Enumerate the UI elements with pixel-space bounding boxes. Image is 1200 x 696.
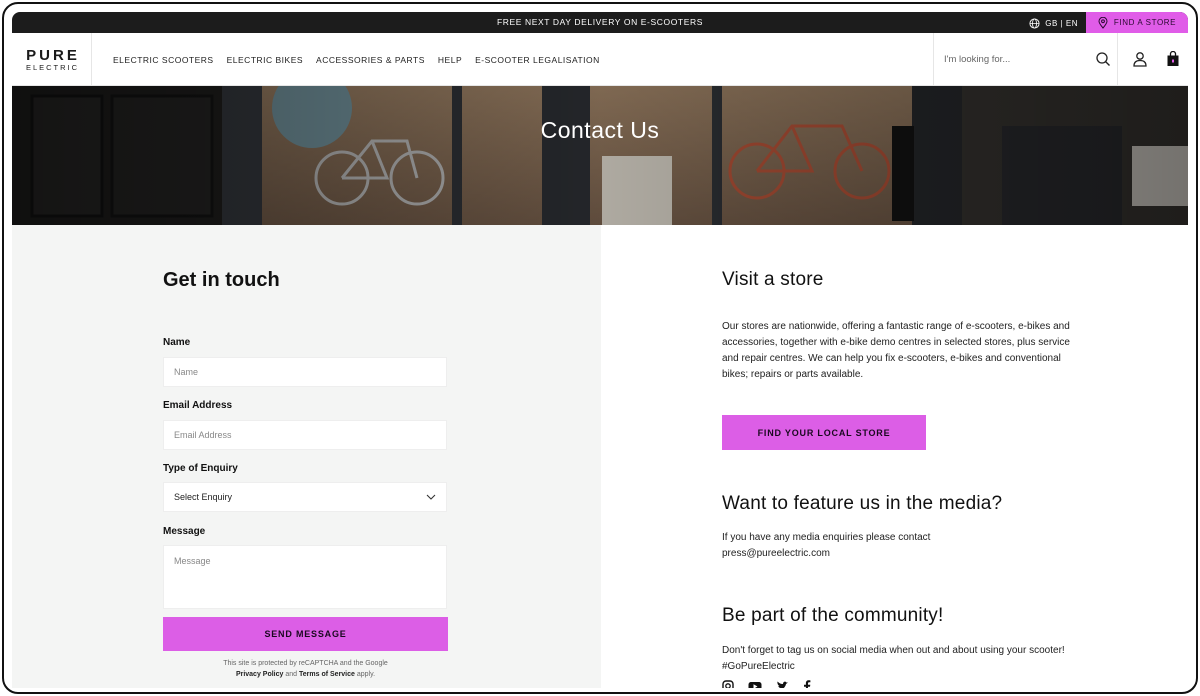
name-input[interactable] bbox=[163, 357, 447, 387]
promo-text: FREE NEXT DAY DELIVERY ON E-SCOOTERS bbox=[497, 17, 703, 27]
contact-form-section: Get in touch Name Email Address Type of … bbox=[12, 225, 601, 688]
social-links bbox=[722, 680, 811, 688]
recaptcha-text: This site is protected by reCAPTCHA and … bbox=[223, 660, 388, 667]
nav-item-electric-bikes[interactable]: ELECTRIC BIKES bbox=[227, 55, 303, 65]
page-frame: FREE NEXT DAY DELIVERY ON E-SCOOTERS GB … bbox=[0, 0, 1200, 696]
page-title: Contact Us bbox=[540, 117, 660, 143]
message-textarea[interactable] bbox=[163, 545, 447, 609]
instagram-icon[interactable] bbox=[722, 680, 734, 688]
bag-icon[interactable] bbox=[1166, 51, 1180, 67]
promo-bar: FREE NEXT DAY DELIVERY ON E-SCOOTERS GB … bbox=[12, 12, 1188, 33]
logo-wordmark: PURE bbox=[26, 46, 80, 64]
message-label: Message bbox=[163, 526, 206, 537]
recaptcha-notice: This site is protected by reCAPTCHA and … bbox=[163, 658, 448, 680]
enquiry-type-select[interactable]: Select Enquiry bbox=[163, 482, 447, 512]
nav-menu: ELECTRIC SCOOTERS ELECTRIC BIKES ACCESSO… bbox=[113, 33, 600, 86]
find-a-store-link[interactable]: FIND A STORE bbox=[1086, 12, 1188, 33]
find-local-store-button[interactable]: FIND YOUR LOCAL STORE bbox=[722, 415, 926, 450]
recaptcha-and: and bbox=[285, 671, 298, 678]
info-section: Visit a store Our stores are nationwide,… bbox=[601, 225, 1188, 688]
enquiry-type-label: Type of Enquiry bbox=[163, 463, 238, 474]
search-input[interactable] bbox=[944, 51, 1084, 67]
community-text: Don't forget to tag us on social media w… bbox=[722, 645, 1065, 672]
logo[interactable]: PURE ELECTRIC bbox=[12, 33, 92, 86]
search-icon[interactable] bbox=[1095, 51, 1111, 67]
logo-subtitle: ELECTRIC bbox=[25, 62, 80, 72]
media-text: If you have any media enquiries please c… bbox=[722, 532, 931, 559]
nav-item-help[interactable]: HELP bbox=[438, 55, 462, 65]
find-a-store-label: FIND A STORE bbox=[1113, 18, 1177, 27]
nav-item-electric-scooters[interactable]: ELECTRIC SCOOTERS bbox=[113, 55, 214, 65]
store-front-image bbox=[12, 86, 1188, 225]
recaptcha-apply: apply. bbox=[356, 671, 376, 678]
globe-icon bbox=[1029, 17, 1040, 29]
email-input[interactable] bbox=[163, 420, 447, 450]
chevron-down-icon bbox=[426, 494, 436, 500]
facebook-icon[interactable] bbox=[803, 680, 811, 688]
device-frame: FREE NEXT DAY DELIVERY ON E-SCOOTERS GB … bbox=[2, 2, 1198, 694]
twitter-icon[interactable] bbox=[776, 680, 789, 688]
media-heading: Want to feature us in the media? bbox=[722, 493, 1003, 514]
form-heading: Get in touch bbox=[163, 269, 280, 291]
terms-of-service-link[interactable]: Terms of Service bbox=[299, 671, 355, 678]
email-label: Email Address bbox=[163, 400, 233, 411]
nav-item-e-scooter-legalisation[interactable]: E-SCOOTER LEGALISATION bbox=[475, 55, 600, 65]
visit-store-text: Our stores are nationwide, offering a fa… bbox=[722, 321, 1070, 380]
enquiry-type-value: Select Enquiry bbox=[174, 492, 233, 502]
name-label: Name bbox=[163, 337, 191, 348]
locale-label: GB | EN bbox=[1045, 18, 1078, 28]
map-pin-icon bbox=[1098, 16, 1108, 29]
search-box bbox=[933, 33, 1118, 86]
privacy-policy-link[interactable]: Privacy Policy bbox=[236, 671, 283, 678]
nav-item-accessories-parts[interactable]: ACCESSORIES & PARTS bbox=[316, 55, 425, 65]
browser-viewport: FREE NEXT DAY DELIVERY ON E-SCOOTERS GB … bbox=[12, 12, 1188, 688]
visit-store-heading: Visit a store bbox=[722, 269, 824, 290]
locale-selector[interactable]: GB | EN bbox=[1029, 16, 1078, 30]
hero-banner: Contact Us bbox=[12, 86, 1188, 225]
youtube-icon[interactable] bbox=[748, 680, 762, 688]
account-icon[interactable] bbox=[1132, 51, 1148, 67]
send-message-button[interactable]: SEND MESSAGE bbox=[163, 617, 448, 651]
main-nav: PURE ELECTRIC ELECTRIC SCOOTERS ELECTRIC… bbox=[12, 33, 1188, 86]
community-heading: Be part of the community! bbox=[722, 605, 944, 626]
